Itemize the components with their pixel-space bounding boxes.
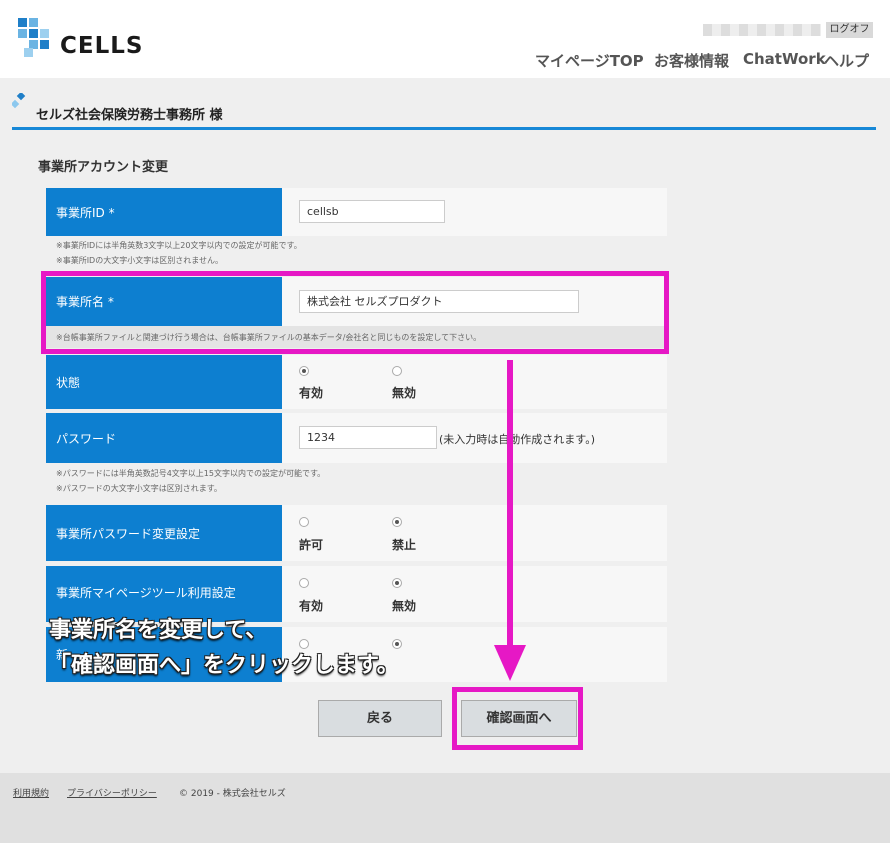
- mypage-tool-off-label: 無効: [392, 599, 417, 613]
- back-button[interactable]: 戻る: [318, 700, 442, 737]
- status-active-label: 有効: [299, 386, 324, 400]
- status-label: 状態: [46, 355, 282, 409]
- annotation-line-1: 事業所名を変更して、: [49, 618, 268, 643]
- nav-chatwork[interactable]: ChatWork: [743, 50, 826, 68]
- password-input[interactable]: 1234: [299, 426, 437, 449]
- password-label: パスワード: [46, 413, 282, 463]
- office-name: セルズ社会保険労務士事務所 様: [36, 108, 223, 123]
- password-cell: 1234 (未入力時は自動作成されます。): [282, 413, 667, 463]
- password-note-2: ※パスワードの大文字小文字は区別されます。: [56, 484, 222, 493]
- diamond-icon: [12, 93, 26, 109]
- office-name-highlight: [41, 271, 669, 354]
- pw-change-label: 事業所パスワード変更設定: [46, 505, 282, 561]
- pw-change-allow-radio[interactable]: [299, 517, 309, 527]
- office-id-input[interactable]: cellsb: [299, 200, 445, 223]
- nav-mypage-top[interactable]: マイページTOP: [535, 50, 644, 71]
- confirm-highlight: [452, 687, 583, 750]
- mypage-tool-on-radio[interactable]: [299, 578, 309, 588]
- status-inactive-radio[interactable]: [392, 366, 402, 376]
- copyright: © 2019 - 株式会社セルズ: [179, 789, 286, 799]
- pw-change-deny-radio[interactable]: [392, 517, 402, 527]
- office-header: セルズ社会保険労務士事務所 様: [12, 90, 876, 130]
- pw-change-cell: [282, 505, 667, 561]
- page-title: 事業所アカウント変更: [38, 160, 169, 175]
- footer: 利用規約 プライバシーポリシー © 2019 - 株式会社セルズ: [0, 773, 890, 843]
- office-id-cell: cellsb: [282, 188, 667, 236]
- status-cell: [282, 355, 667, 409]
- mypage-tool-off-radio[interactable]: [392, 578, 402, 588]
- header: CELLS ログオフ マイページTOP お客様情報 ChatWork ヘルプ: [0, 0, 890, 78]
- privacy-link[interactable]: プライバシーポリシー: [67, 786, 157, 799]
- mypage-tool-cell: [282, 566, 667, 622]
- terms-link[interactable]: 利用規約: [13, 786, 49, 799]
- status-active-radio[interactable]: [299, 366, 309, 376]
- brand-text: CELLS: [60, 33, 143, 59]
- mypage-tool-on-label: 有効: [299, 599, 324, 613]
- annotation-line-2: 「確認画面へ」をクリックします。: [49, 653, 399, 678]
- office-id-label: 事業所ID *: [46, 188, 282, 236]
- status-inactive-label: 無効: [392, 386, 417, 400]
- arrow-icon: [494, 360, 526, 681]
- office-id-note-2: ※事業所IDの大文字小文字は区別されません。: [56, 256, 223, 265]
- nav-help[interactable]: ヘルプ: [824, 50, 869, 71]
- office-id-note-1: ※事業所IDには半角英数3文字以上20文字以内での設定が可能です。: [56, 241, 302, 250]
- logout-button[interactable]: ログオフ: [826, 22, 873, 38]
- pw-change-allow-label: 許可: [299, 538, 324, 552]
- cells-logo[interactable]: CELLS: [16, 16, 166, 60]
- password-note-1: ※パスワードには半角英数記号4文字以上15文字以内での設定が可能です。: [56, 469, 326, 478]
- nav-customer-info[interactable]: お客様情報: [654, 50, 729, 71]
- pw-change-deny-label: 禁止: [392, 538, 417, 552]
- user-name-redacted: [703, 24, 821, 36]
